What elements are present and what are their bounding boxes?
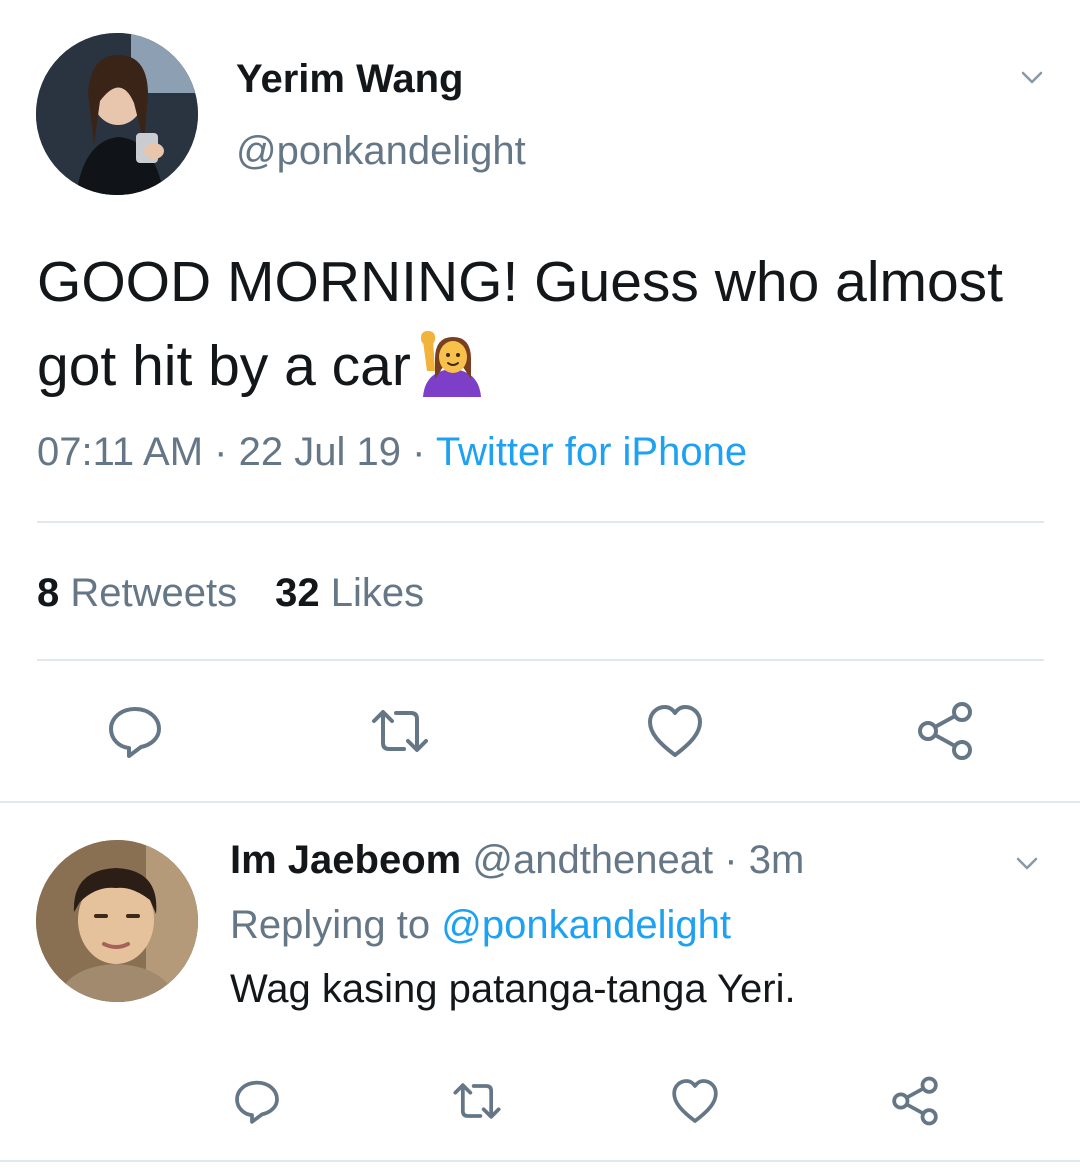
avatar-photo — [36, 33, 198, 195]
tweet-text: GOOD MORNING! Guess who almost got hit b… — [37, 240, 1047, 408]
reply-time: 3m — [748, 838, 805, 882]
share-button[interactable] — [915, 701, 975, 761]
meta-separator: · — [412, 430, 426, 474]
retweet-icon — [453, 1083, 501, 1119]
meta-separator: · — [214, 430, 228, 474]
like-button[interactable] — [670, 1076, 720, 1126]
divider — [37, 659, 1044, 661]
retweet-button[interactable] — [370, 701, 430, 761]
retweet-button[interactable] — [452, 1076, 502, 1126]
tweet-meta: 07:11 AM · 22 Jul 19 · Twitter for iPhon… — [37, 430, 747, 475]
heart-icon — [648, 705, 702, 757]
share-icon — [892, 1076, 938, 1126]
author-name[interactable]: Yerim Wang — [236, 57, 463, 102]
divider — [0, 1160, 1080, 1162]
reply-header: Im Jaebeom @andtheneat · 3m — [230, 838, 804, 883]
person-raising-hand-icon — [417, 327, 487, 397]
share-button[interactable] — [890, 1076, 940, 1126]
replying-label: Replying to — [230, 903, 431, 947]
retweets-stat[interactable]: 8 Retweets — [37, 571, 237, 615]
reply-bubble-icon — [109, 707, 161, 758]
divider — [37, 521, 1044, 523]
reply-button[interactable] — [232, 1076, 282, 1126]
author-avatar[interactable] — [36, 33, 198, 195]
likes-stat[interactable]: 32 Likes — [275, 571, 424, 615]
reply-bubble-icon — [235, 1080, 279, 1124]
replying-to-handle[interactable]: @ponkandelight — [441, 903, 731, 947]
tweet-time: 07:11 AM — [37, 430, 204, 474]
avatar-photo — [36, 840, 198, 1002]
likes-label: Likes — [330, 571, 425, 615]
share-icon — [918, 702, 972, 760]
retweets-label: Retweets — [70, 571, 238, 615]
heart-icon — [672, 1079, 718, 1123]
likes-count: 32 — [275, 571, 320, 615]
reply-text: Wag kasing patanga-tanga Yeri. — [230, 967, 796, 1011]
tweet-text-content: GOOD MORNING! Guess who almost got hit b… — [37, 250, 1004, 398]
chevron-down-icon[interactable] — [1016, 852, 1038, 874]
meta-separator: · — [724, 838, 738, 882]
tweet-date: 22 Jul 19 — [238, 430, 401, 474]
retweets-count: 8 — [37, 571, 60, 615]
replying-to-line: Replying to @ponkandelight — [230, 903, 731, 948]
reply-author-handle[interactable]: @andtheneat — [472, 838, 713, 882]
tweet-stats: 8 Retweets 32 Likes — [37, 571, 424, 616]
tweet-source-link[interactable]: Twitter for iPhone — [436, 430, 747, 474]
reply-author-avatar[interactable] — [36, 840, 198, 1002]
divider — [0, 801, 1080, 803]
like-button[interactable] — [645, 701, 705, 761]
reply-button[interactable] — [105, 701, 165, 761]
reply-author-name[interactable]: Im Jaebeom — [230, 838, 461, 882]
chevron-down-icon[interactable] — [1021, 66, 1043, 88]
retweet-icon — [372, 710, 428, 752]
author-handle[interactable]: @ponkandelight — [236, 129, 526, 174]
